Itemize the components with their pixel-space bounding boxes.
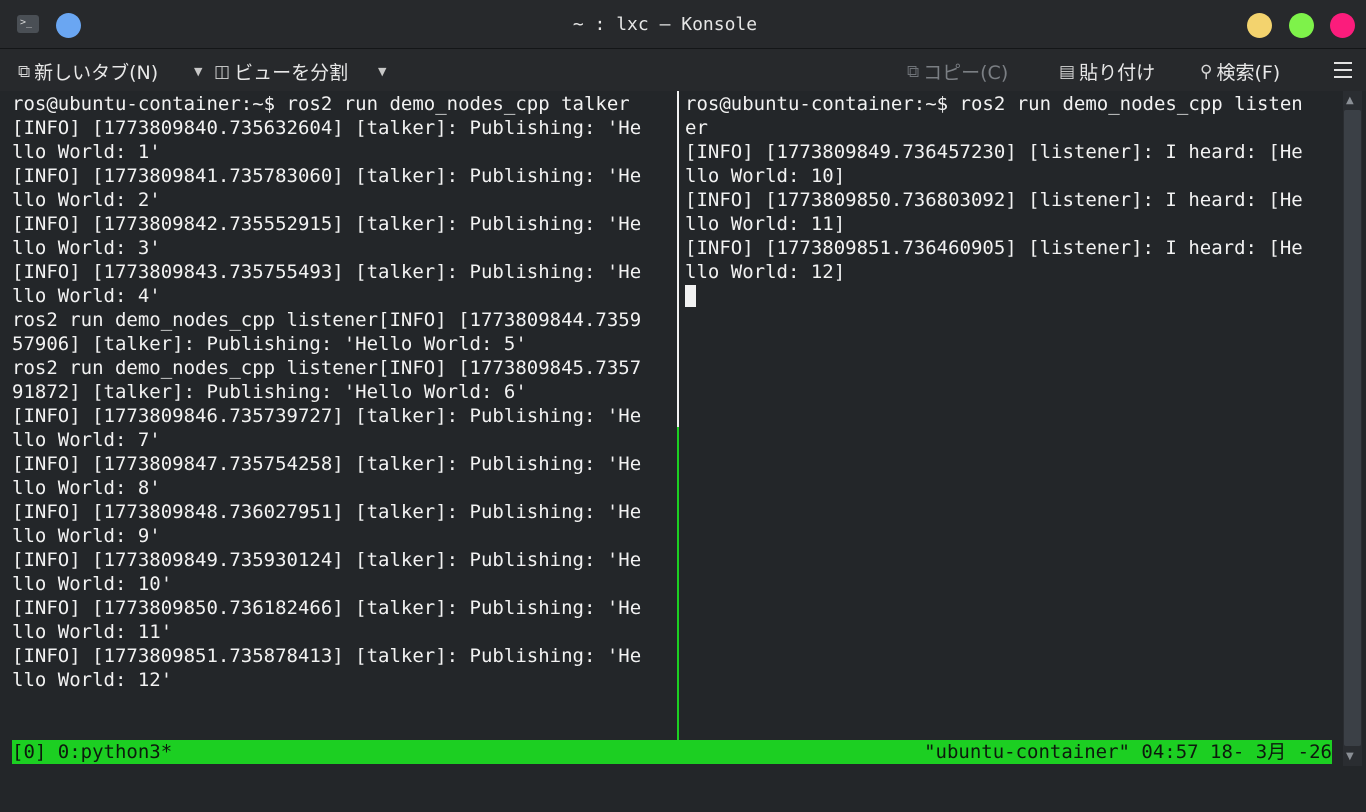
scroll-up-icon[interactable]: ▲ [1346,95,1354,106]
new-tab-button[interactable]: ⧉ 新しいタブ(N) [18,58,158,85]
terminal-line: llo World: 3' [12,237,161,259]
status-host-time: "ubuntu-container" 04:57 18- 3月 -26 [924,741,1332,763]
terminal-line: [INFO] [1773809851.735878413] [talker]: … [12,645,642,667]
terminal-line: [INFO] [1773809849.735930124] [talker]: … [12,549,642,571]
terminal-line: llo World: 12] [685,261,846,283]
menu-icon[interactable] [1334,62,1352,83]
terminal-line: llo World: 1' [12,141,161,163]
split-view-label: ビューを分割 [234,62,349,84]
terminal-line: llo World: 9' [12,525,161,547]
terminal-line: [INFO] [1773809848.736027951] [talker]: … [12,501,642,523]
search-button[interactable]: ⚲ 検索(F) [1200,58,1280,85]
paste-label: 貼り付け [1079,62,1156,84]
terminal-line: [INFO] [1773809842.735552915] [talker]: … [12,213,642,235]
copy-icon: ⧉ [907,61,920,82]
copy-button[interactable]: ⧉ コピー(C) [907,58,1008,85]
terminal-line: llo World: 12' [12,669,173,691]
terminal-line: [INFO] [1773809840.735632604] [talker]: … [12,117,642,139]
split-view-button[interactable]: ◫ ビューを分割 [214,58,348,85]
terminal-line: [INFO] [1773809843.735755493] [talker]: … [12,261,642,283]
terminal-pane-left[interactable]: ros@ubuntu-container:~$ ros2 run demo_no… [12,91,676,741]
terminal-line: llo World: 7' [12,429,161,451]
terminal-line: 91872] [talker]: Publishing: 'Hello Worl… [12,381,527,403]
terminal-line: 57906] [talker]: Publishing: 'Hello Worl… [12,333,527,355]
terminal-line: llo World: 10' [12,573,173,595]
terminal-line: ros@ubuntu-container:~$ ros2 run demo_no… [12,93,630,115]
pane-divider[interactable] [677,91,679,427]
terminal-line: llo World: 10] [685,165,846,187]
scroll-down-icon[interactable]: ▼ [1346,751,1354,762]
paste-button[interactable]: ▤ 貼り付け [1059,58,1155,85]
terminal-line: llo World: 11] [685,213,846,235]
terminal-line: [INFO] [1773809846.735739727] [talker]: … [12,405,642,427]
pane-divider-active[interactable] [677,427,679,740]
terminal-line: [INFO] [1773809849.736457230] [listener]… [685,141,1303,163]
scrollbar[interactable]: ▲ ▼ [1343,91,1362,766]
status-window-list: [0] 0:python3* [12,741,173,763]
terminal-pane-right[interactable]: ros@ubuntu-container:~$ ros2 run demo_no… [685,91,1337,741]
paste-icon: ▤ [1059,61,1076,82]
terminal-line: ros2 run demo_nodes_cpp listener[INFO] [… [12,357,642,379]
terminal-line: er [685,117,708,139]
new-tab-icon: ⧉ [18,61,31,82]
terminal-line: [INFO] [1773809847.735754258] [talker]: … [12,453,642,475]
search-icon: ⚲ [1200,61,1213,82]
terminal-line: llo World: 4' [12,285,161,307]
terminal-line: [INFO] [1773809851.736460905] [listener]… [685,237,1303,259]
window-title: ~ : lxc — Konsole [572,14,758,35]
new-tab-dropdown-icon[interactable]: ▼ [194,65,202,78]
terminal-line: [INFO] [1773809850.736182466] [talker]: … [12,597,642,619]
toolbar: ⧉ 新しいタブ(N) ▼ ◫ ビューを分割 ▼ ⧉ コピー(C) ▤ 貼り付け … [0,49,1366,91]
terminal-line: llo World: 11' [12,621,173,643]
maximize-button[interactable] [1289,13,1314,38]
close-button[interactable] [1330,13,1355,38]
terminal-line: ros@ubuntu-container:~$ ros2 run demo_no… [685,93,1303,115]
terminal-line: [INFO] [1773809850.736803092] [listener]… [685,189,1303,211]
split-view-icon: ◫ [214,61,231,82]
minimize-button[interactable] [1247,13,1272,38]
search-label: 検索(F) [1216,62,1281,84]
split-view-dropdown-icon[interactable]: ▼ [378,65,386,78]
terminal-line: ros2 run demo_nodes_cpp listener[INFO] [… [12,309,642,331]
title-bar: >_ ~ : lxc — Konsole [0,0,1366,49]
terminal-line: llo World: 8' [12,477,161,499]
scrollbar-thumb[interactable] [1344,110,1361,746]
terminal-line: llo World: 2' [12,189,161,211]
terminal-cursor [685,285,696,307]
tmux-status-bar: [0] 0:python3* "ubuntu-container" 04:57 … [12,740,1332,764]
copy-label: コピー(C) [923,62,1009,84]
new-tab-label: 新しいタブ(N) [34,62,159,84]
terminal-line: [INFO] [1773809841.735783060] [talker]: … [12,165,642,187]
